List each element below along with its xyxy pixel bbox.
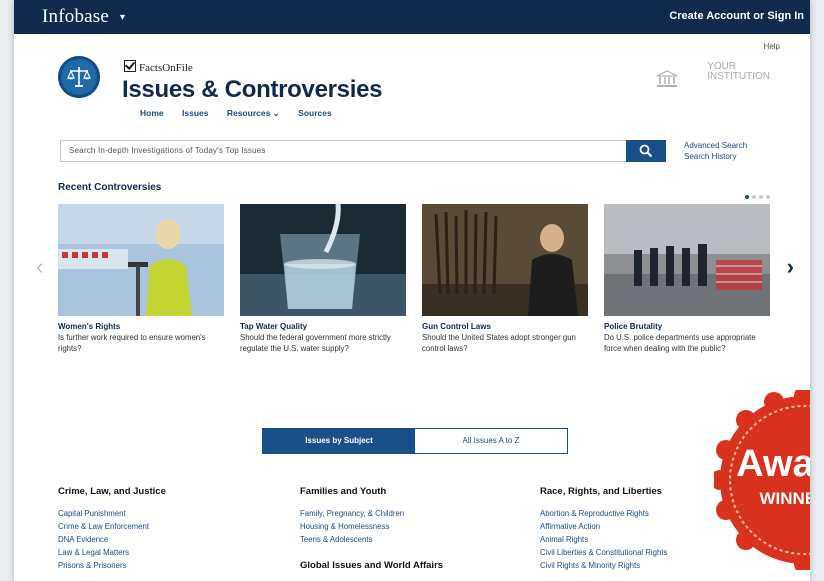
nav-sources[interactable]: Sources [298, 108, 332, 118]
publisher-name: FactsOnFile [139, 62, 193, 74]
subject-link[interactable]: Civil Rights & Minority Rights [540, 559, 667, 572]
column-subheading: Global Issues and World Affairs [300, 560, 444, 571]
infobase-brand[interactable]: Infobase [42, 6, 109, 28]
subject-link[interactable]: Civil Liberties & Constitutional Rights [540, 546, 667, 559]
carousel-prev-icon[interactable]: ‹ [36, 254, 43, 280]
nav-home[interactable]: Home [140, 108, 164, 118]
carousel-next-icon[interactable]: › [787, 254, 794, 280]
carousel-dot-2[interactable] [752, 195, 756, 199]
card-title[interactable]: Women's Rights [58, 322, 224, 331]
column-heading: Crime, Law, and Justice [58, 486, 166, 497]
award-winner-badge: Award WINNER [714, 390, 810, 570]
institution-line-2: INSTITUTION [707, 71, 770, 82]
issues-tabs: Issues by Subject All Issues A to Z [262, 428, 568, 454]
card-image-police-brutality[interactable] [604, 204, 770, 316]
subject-link[interactable]: Animal Rights [540, 533, 667, 546]
site-title[interactable]: Issues & Controversies [122, 76, 382, 104]
subject-column-race: Race, Rights, and Liberties Abortion & R… [540, 486, 667, 572]
chevron-down-icon[interactable]: ▾ [120, 12, 125, 23]
search-placeholder: Search In-depth Investigations of Today'… [69, 146, 266, 155]
sign-in-link[interactable]: Create Account or Sign In [669, 10, 804, 22]
subject-link[interactable]: Crime & Law Enforcement [58, 520, 166, 533]
subject-column-families: Families and Youth Family, Pregnancy, & … [300, 486, 443, 581]
top-bar: Infobase ▾ Create Account or Sign In [14, 0, 810, 34]
page-frame: Infobase ▾ Create Account or Sign In Hel… [14, 0, 810, 581]
card-description: Should the United States adopt stronger … [422, 333, 576, 353]
tab-issues-by-subject[interactable]: Issues by Subject [263, 429, 415, 453]
search-button[interactable] [626, 140, 666, 162]
carousel-dot-3[interactable] [759, 195, 763, 199]
column-heading: Families and Youth [300, 486, 387, 497]
recent-controversies-heading: Recent Controversies [58, 182, 162, 193]
help-link[interactable]: Help [764, 42, 780, 51]
advanced-search-link[interactable]: Advanced Search [684, 140, 747, 151]
card-title[interactable]: Gun Control Laws [422, 322, 588, 331]
checkbox-icon [124, 60, 136, 72]
subject-link[interactable]: Law & Legal Matters [58, 546, 166, 559]
institution-icon [656, 70, 678, 87]
card-womens-rights[interactable]: Women's Rights Is further work required … [58, 204, 224, 354]
main-nav: Home Issues Resources ⌄ Sources [140, 108, 348, 119]
card-title[interactable]: Police Brutality [604, 322, 770, 331]
card-description: Should the federal government more stric… [240, 333, 391, 353]
subject-link[interactable]: Housing & Homelessness [300, 520, 443, 533]
institution-label: YOUR INSTITUTION [707, 62, 770, 82]
publisher-logo: FactsOnFile [124, 60, 193, 74]
tab-all-issues[interactable]: All Issues A to Z [415, 429, 567, 453]
subject-link[interactable]: Affirmative Action [540, 520, 667, 533]
card-tap-water[interactable]: Tap Water Quality Should the federal gov… [240, 204, 406, 354]
card-image-gun-control[interactable] [422, 204, 588, 316]
carousel-dot-4[interactable] [766, 195, 770, 199]
card-image-womens-rights[interactable] [58, 204, 224, 316]
nav-resources[interactable]: Resources ⌄ [227, 108, 280, 118]
carousel-dots [742, 186, 770, 204]
nav-issues[interactable]: Issues [182, 108, 208, 118]
search-icon [639, 144, 653, 158]
card-description: Do U.S. police departments use appropria… [604, 333, 756, 353]
award-text: Award [736, 443, 810, 485]
award-winner-text: WINNER [760, 489, 810, 508]
subject-column-crime: Crime, Law, and Justice Capital Punishme… [58, 486, 166, 572]
search-input[interactable]: Search In-depth Investigations of Today'… [60, 140, 642, 162]
card-gun-control[interactable]: Gun Control Laws Should the United State… [422, 204, 588, 354]
subject-link[interactable]: Family, Pregnancy, & Children [300, 507, 443, 520]
card-title[interactable]: Tap Water Quality [240, 322, 406, 331]
subject-link[interactable]: DNA Evidence [58, 533, 166, 546]
subject-link[interactable]: Capital Punishment [58, 507, 166, 520]
column-heading: Race, Rights, and Liberties [540, 486, 662, 497]
advanced-links: Advanced Search Search History [684, 140, 747, 162]
card-police-brutality[interactable]: Police Brutality Do U.S. police departme… [604, 204, 770, 354]
card-description: Is further work required to ensure women… [58, 333, 206, 353]
subject-link[interactable]: Prisons & Prisoners [58, 559, 166, 572]
scales-logo-icon[interactable] [58, 56, 100, 98]
carousel-dot-1[interactable] [745, 195, 749, 199]
subject-link[interactable]: Teens & Adolescents [300, 533, 443, 546]
card-image-tap-water[interactable] [240, 204, 406, 316]
search-history-link[interactable]: Search History [684, 151, 747, 162]
subject-link[interactable]: Abortion & Reproductive Rights [540, 507, 667, 520]
